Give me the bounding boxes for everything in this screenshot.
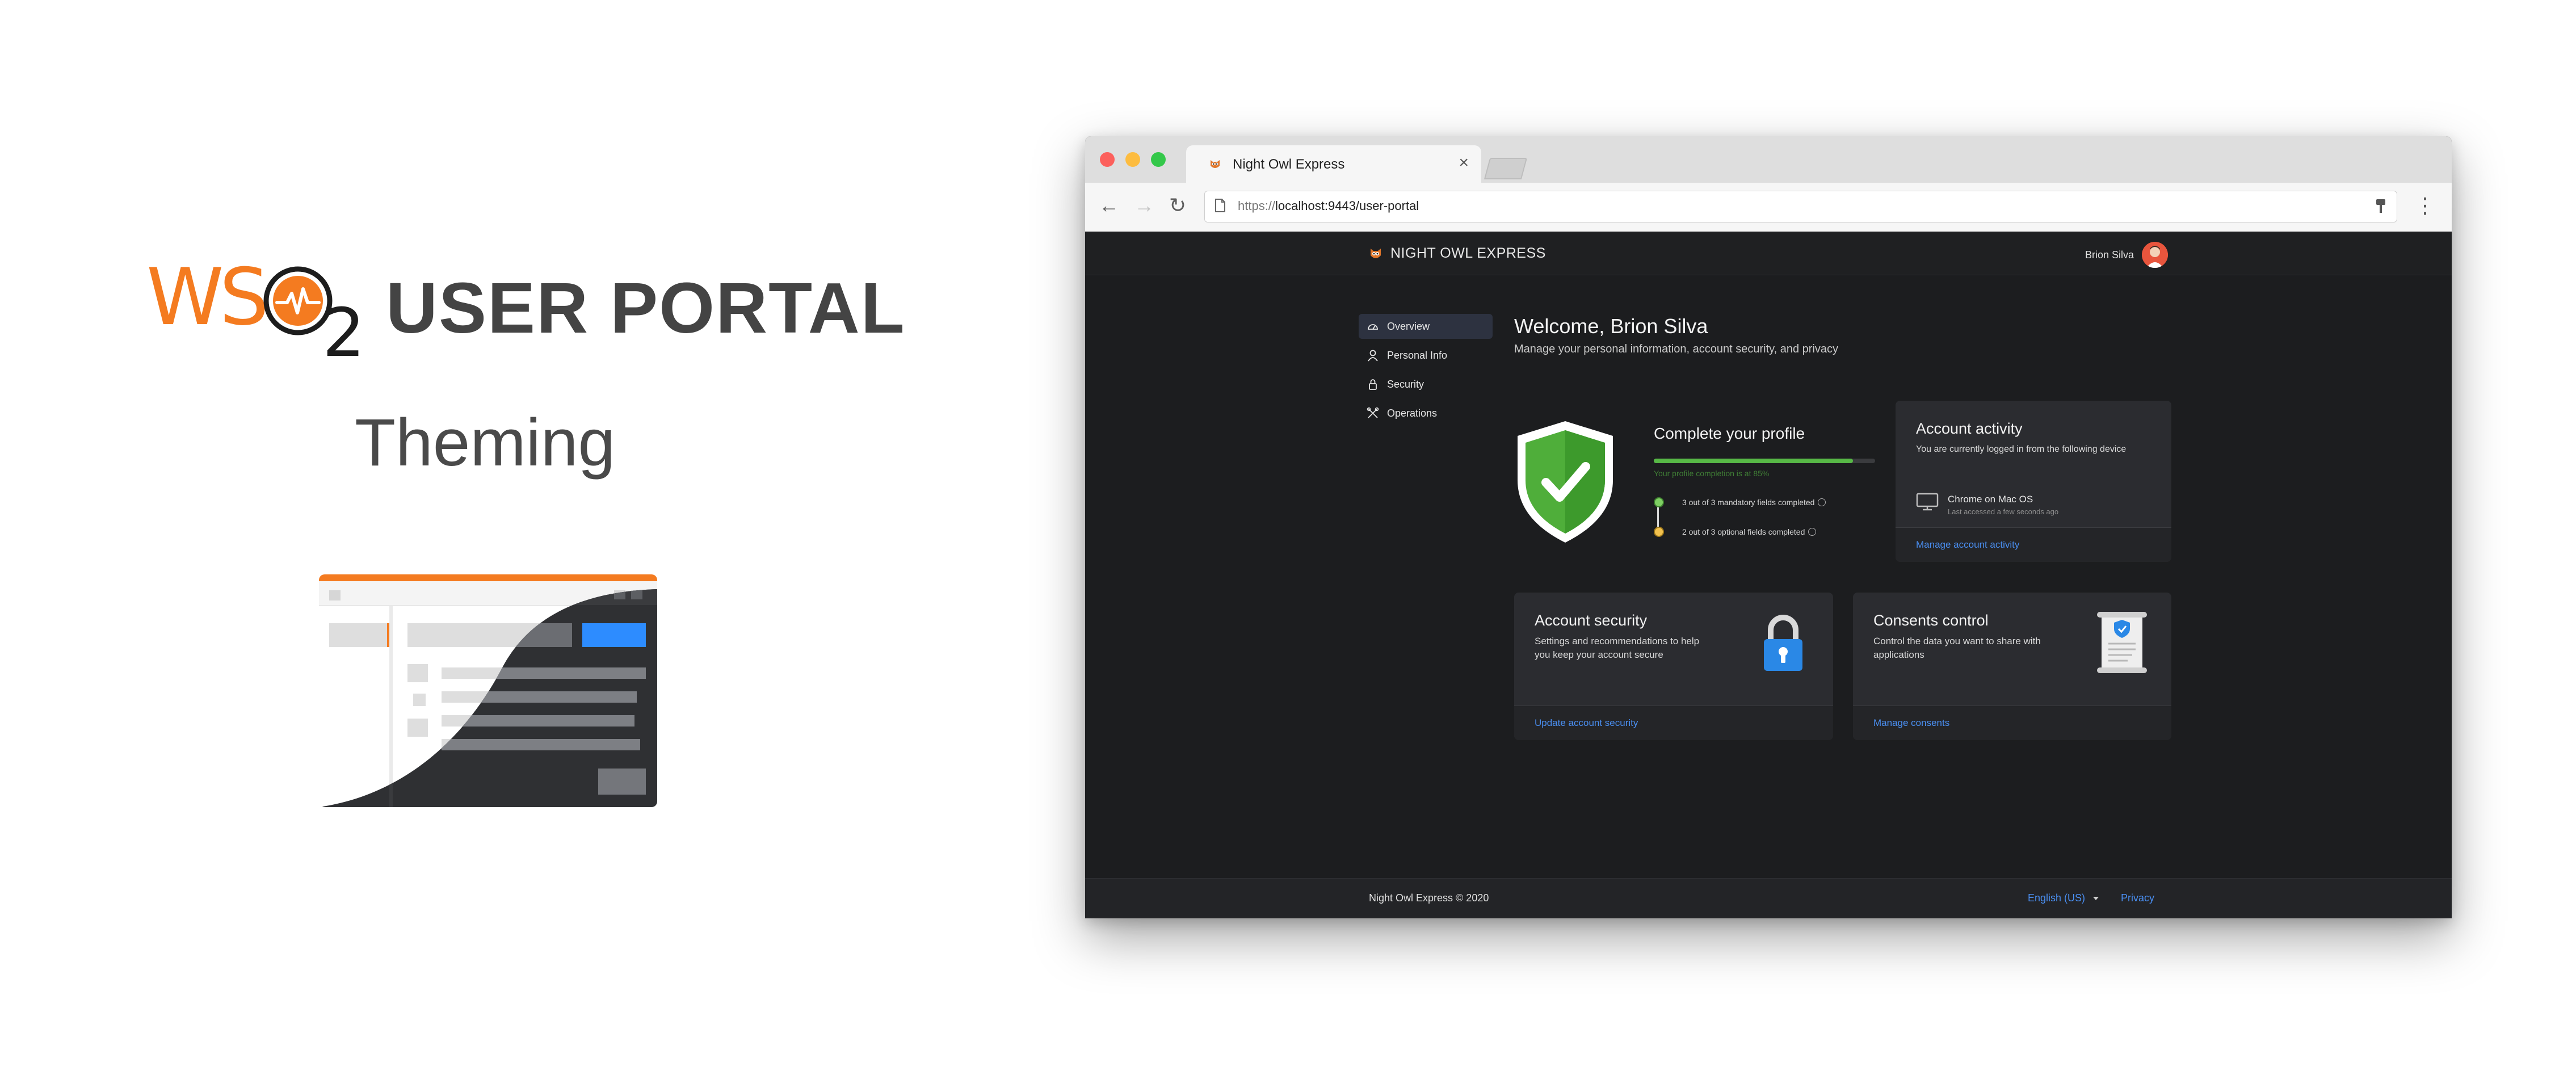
wso2-logo-o-icon — [261, 264, 335, 338]
sidebar-item-label: Personal Info — [1387, 349, 1448, 361]
consent-document-icon — [2096, 612, 2148, 673]
update-security-link[interactable]: Update account security — [1535, 717, 1638, 729]
tab-close-icon[interactable]: × — [1459, 153, 1469, 173]
reload-icon[interactable]: ↻ — [1169, 195, 1186, 216]
card-footer: Update account security — [1514, 706, 1833, 740]
page-info-icon[interactable] — [1215, 199, 1225, 212]
optional-fields-text: 2 out of 3 optional fields completed — [1682, 527, 1805, 536]
manage-consents-link[interactable]: Manage consents — [1873, 717, 1949, 729]
padlock-icon — [1762, 613, 1805, 672]
sidebar-item-security[interactable]: Security — [1359, 372, 1493, 397]
browser-menu-icon[interactable]: ⋮ — [2414, 195, 2436, 217]
url-text[interactable]: https://localhost:9443/user-portal — [1238, 199, 1419, 213]
page-title: Welcome, Brion Silva — [1514, 314, 1708, 338]
account-security-desc: Settings and recommendations to help you… — [1535, 636, 1700, 660]
account-security-card: Account security Settings and recommenda… — [1514, 593, 1833, 740]
copyright-text: Night Owl Express © 2020 — [1369, 892, 1489, 904]
consents-desc: Control the data you want to share with … — [1873, 636, 2041, 660]
profile-completion-title: Complete your profile — [1654, 425, 1805, 442]
account-activity-card: Account activity You are currently logge… — [1896, 401, 2171, 562]
profile-progress-fill — [1654, 459, 1853, 463]
optional-fields-status: 2 out of 3 optional fields completed — [1682, 527, 1817, 536]
avatar[interactable] — [2142, 242, 2168, 268]
dashboard-icon — [1367, 320, 1379, 333]
portal-title: USER PORTAL — [386, 268, 906, 348]
browser-tab[interactable]: Night Owl Express × — [1186, 145, 1481, 183]
close-window-button[interactable] — [1100, 152, 1115, 167]
sidebar-item-personal-info[interactable]: Personal Info — [1359, 343, 1493, 368]
maximize-window-button[interactable] — [1151, 152, 1166, 167]
browser-window: Night Owl Express × ← → ↻ https://localh… — [1085, 136, 2452, 918]
consents-title: Consents control — [1873, 612, 1989, 629]
extension-icon[interactable] — [2375, 198, 2386, 214]
account-activity-desc: You are currently logged in from the fol… — [1916, 444, 2127, 454]
privacy-link[interactable]: Privacy — [2121, 892, 2154, 904]
user-portal-app: NIGHT OWL EXPRESS Brion Silva Overview P… — [1085, 232, 2452, 918]
info-icon[interactable] — [1808, 528, 1817, 536]
sidebar: Overview Personal Info Security Operatio… — [1359, 314, 1493, 430]
profile-progress-bar — [1654, 459, 1875, 463]
tools-icon — [1367, 407, 1379, 419]
wso2-logo: WS 2 — [146, 251, 365, 367]
user-icon — [1367, 349, 1379, 362]
app-footer: Night Owl Express © 2020 English (US) Pr… — [1085, 878, 2452, 918]
language-selector[interactable]: English (US) — [2028, 892, 2099, 904]
owl-favicon-icon — [1209, 158, 1221, 170]
device-name: Chrome on Mac OS — [1948, 494, 2033, 505]
theming-subtitle: Theming — [355, 405, 616, 480]
owl-logo-icon — [1369, 246, 1382, 261]
browser-titlebar: Night Owl Express × — [1085, 136, 2452, 183]
device-last-access: Last accessed a few seconds ago — [1948, 507, 2059, 516]
caret-down-icon — [2093, 897, 2099, 900]
mandatory-step-marker — [1654, 497, 1664, 507]
card-footer: Manage consents — [1853, 706, 2171, 740]
forward-arrow-icon[interactable]: → — [1134, 195, 1154, 216]
account-activity-title: Account activity — [1916, 420, 2023, 437]
tab-title: Night Owl Express — [1233, 157, 1345, 172]
mandatory-fields-text: 3 out of 3 mandatory fields completed — [1682, 498, 1815, 507]
card-footer: Manage account activity — [1896, 527, 2171, 562]
new-tab-button[interactable] — [1484, 158, 1528, 179]
profile-progress-text: Your profile completion is at 85% — [1654, 469, 1770, 478]
shield-check-icon — [1514, 419, 1616, 545]
sidebar-item-label: Overview — [1387, 320, 1430, 332]
mandatory-fields-status: 3 out of 3 mandatory fields completed — [1682, 498, 1826, 507]
theming-illustration — [319, 574, 657, 807]
user-menu[interactable]: Brion Silva — [2085, 242, 2168, 268]
minimize-window-button[interactable] — [1125, 152, 1140, 167]
sidebar-item-label: Operations — [1387, 407, 1438, 419]
brand[interactable]: NIGHT OWL EXPRESS — [1369, 245, 1546, 262]
info-icon[interactable] — [1818, 498, 1826, 506]
page-subtitle: Manage your personal information, accoun… — [1514, 343, 1839, 355]
app-header: NIGHT OWL EXPRESS Brion Silva — [1085, 232, 2452, 275]
url-host-path: localhost:9443/user-portal — [1275, 199, 1419, 213]
brand-name: NIGHT OWL EXPRESS — [1390, 245, 1546, 261]
account-security-title: Account security — [1535, 612, 1648, 629]
language-label: English (US) — [2027, 892, 2085, 904]
wso2-logo-letters: WS — [146, 251, 269, 343]
sidebar-item-operations[interactable]: Operations — [1359, 401, 1493, 426]
url-scheme: https:// — [1238, 199, 1276, 213]
address-bar[interactable]: https://localhost:9443/user-portal — [1204, 191, 2397, 222]
manage-activity-link[interactable]: Manage account activity — [1916, 539, 2019, 551]
lock-icon — [1367, 378, 1379, 390]
consents-control-card: Consents control Control the data you wa… — [1853, 593, 2171, 740]
sidebar-item-label: Security — [1387, 378, 1424, 390]
sidebar-item-overview[interactable]: Overview — [1359, 314, 1493, 339]
monitor-icon — [1916, 493, 1939, 511]
back-arrow-icon[interactable]: ← — [1099, 195, 1119, 216]
user-name: Brion Silva — [2085, 249, 2134, 261]
browser-toolbar: ← → ↻ https://localhost:9443/user-portal… — [1085, 183, 2452, 232]
optional-step-marker — [1654, 527, 1664, 537]
